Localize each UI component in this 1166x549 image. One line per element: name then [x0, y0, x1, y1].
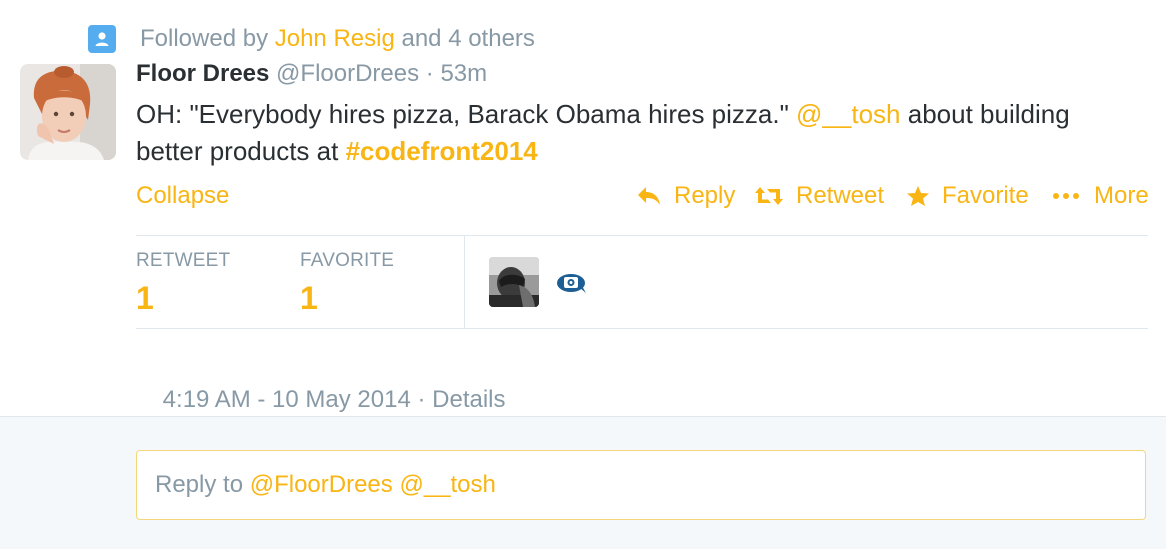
retweet-button[interactable]: Retweet: [754, 182, 884, 210]
reply-button[interactable]: Reply: [636, 182, 735, 210]
context-prefix: Followed by: [140, 25, 275, 52]
tweet-header: Floor Drees @FloorDrees · 53m: [136, 60, 487, 94]
divider: [136, 235, 1148, 236]
more-label: More: [1094, 182, 1149, 209]
full-timestamp[interactable]: 4:19 AM - 10 May 2014: [163, 386, 411, 413]
star-icon: [907, 186, 929, 206]
reply-mention-tosh: @__tosh: [399, 471, 496, 498]
timestamp-separator: ·: [410, 386, 433, 413]
avatar[interactable]: [20, 64, 116, 160]
tweet-actions: Collapse Reply Retweet Favorite More: [136, 180, 1149, 212]
stats-divider: [464, 236, 465, 328]
reply-area: Reply to @FloorDrees @__tosh: [0, 416, 1166, 549]
retweet-stat-label: RETWEET: [136, 250, 231, 271]
favorite-count: 1: [300, 280, 318, 316]
camera-icon: [556, 272, 588, 299]
mention-link[interactable]: @__tosh: [796, 99, 900, 129]
header-separator: ·: [419, 60, 441, 87]
favoriter-avatar[interactable]: [489, 257, 539, 307]
author-handle[interactable]: @FloorDrees: [276, 60, 419, 88]
reply-placeholder: Reply to @FloorDrees @__tosh: [155, 471, 496, 499]
retweet-label: Retweet: [796, 182, 885, 209]
more-button[interactable]: More: [1052, 182, 1149, 210]
social-context: Followed by John Resig and 4 others: [88, 24, 535, 54]
reply-input[interactable]: Reply to @FloorDrees @__tosh: [136, 450, 1146, 520]
tweet-text-part1: OH: "Everybody hires pizza, Barack Obama…: [136, 99, 797, 129]
retweet-stat[interactable]: RETWEET 1: [136, 250, 230, 317]
author-name[interactable]: Floor Drees: [136, 60, 269, 88]
more-icon: [1053, 193, 1079, 199]
divider: [136, 328, 1148, 329]
favorite-label: Favorite: [942, 182, 1029, 209]
user-icon: [88, 25, 116, 53]
reply-icon: [638, 187, 660, 205]
reply-prefix: Reply to: [155, 471, 250, 498]
collapse-link[interactable]: Collapse: [136, 182, 229, 210]
context-user-link[interactable]: John Resig: [275, 25, 395, 53]
retweet-count: 1: [136, 280, 154, 316]
tweet-text: OH: "Everybody hires pizza, Barack Obama…: [136, 96, 1096, 170]
reply-mention-floordrees: @FloorDrees: [249, 471, 393, 498]
favorite-stat-label: FAVORITE: [300, 250, 395, 271]
retweet-icon: [755, 187, 783, 205]
tweet-time[interactable]: 53m: [440, 60, 487, 88]
tweet-card[interactable]: Followed by John Resig and 4 others Floo…: [0, 0, 1166, 416]
favorite-button[interactable]: Favorite: [906, 182, 1029, 210]
reply-label: Reply: [674, 182, 736, 209]
favorite-stat[interactable]: FAVORITE 1: [300, 250, 394, 317]
context-suffix[interactable]: and 4 others: [395, 25, 534, 53]
details-link[interactable]: Details: [432, 386, 505, 413]
hashtag-link[interactable]: #codefront2014: [346, 136, 538, 166]
